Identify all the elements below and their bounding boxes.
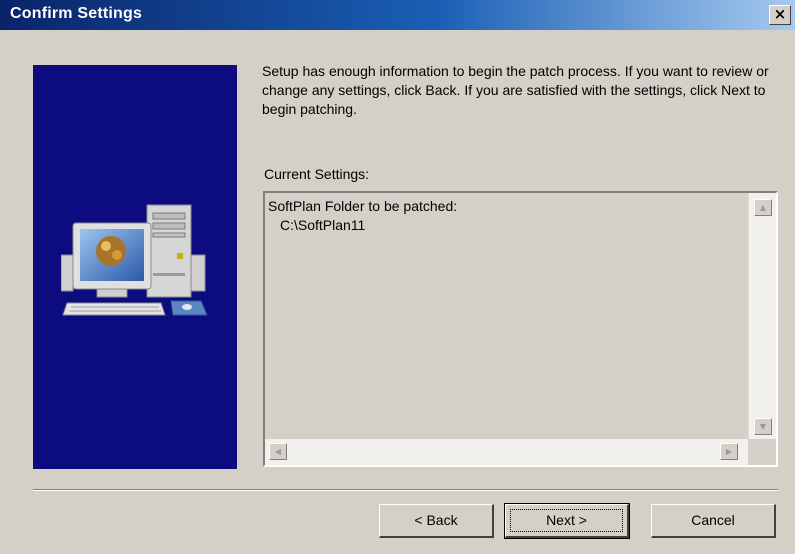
settings-content: SoftPlan Folder to be patched: C:\SoftPl…	[268, 197, 457, 235]
scroll-left-button[interactable]: ◀	[269, 443, 287, 460]
scroll-right-button[interactable]: ▶	[720, 443, 738, 460]
scroll-down-button[interactable]: ▼	[754, 418, 772, 435]
intro-message: Setup has enough information to begin th…	[262, 63, 769, 117]
confirm-settings-dialog: Confirm Settings × Setup has enough info…	[0, 0, 795, 554]
arrow-left-icon: ◀	[274, 447, 282, 456]
cancel-button-label: Cancel	[691, 512, 735, 528]
next-button[interactable]: Next >	[504, 503, 630, 539]
next-button-label: Next >	[546, 512, 587, 528]
vertical-scrollbar[interactable]: ▲ ▼	[748, 193, 776, 439]
separator-line	[33, 489, 778, 491]
close-icon: ×	[773, 5, 787, 23]
computer-illustration-icon	[61, 204, 208, 316]
arrow-down-icon: ▼	[759, 422, 767, 431]
settings-line: SoftPlan Folder to be patched:	[268, 198, 458, 214]
settings-line: C:\SoftPlan11	[280, 217, 366, 233]
cancel-button[interactable]: Cancel	[651, 504, 776, 538]
title-bar[interactable]: Confirm Settings ×	[0, 0, 795, 30]
side-banner	[33, 65, 237, 469]
arrow-right-icon: ▶	[725, 447, 733, 456]
back-button-label: < Back	[414, 512, 458, 528]
arrow-up-icon: ▲	[759, 203, 767, 212]
close-button[interactable]: ×	[769, 5, 791, 25]
window-title: Confirm Settings	[10, 5, 143, 22]
current-settings-textarea[interactable]: SoftPlan Folder to be patched: C:\SoftPl…	[263, 191, 778, 467]
scroll-up-button[interactable]: ▲	[754, 199, 772, 216]
back-button[interactable]: < Back	[379, 504, 494, 538]
horizontal-scrollbar[interactable]: ◀ ▶	[265, 439, 748, 465]
current-settings-label: Current Settings:	[264, 166, 370, 182]
scrollbar-corner	[748, 439, 776, 465]
